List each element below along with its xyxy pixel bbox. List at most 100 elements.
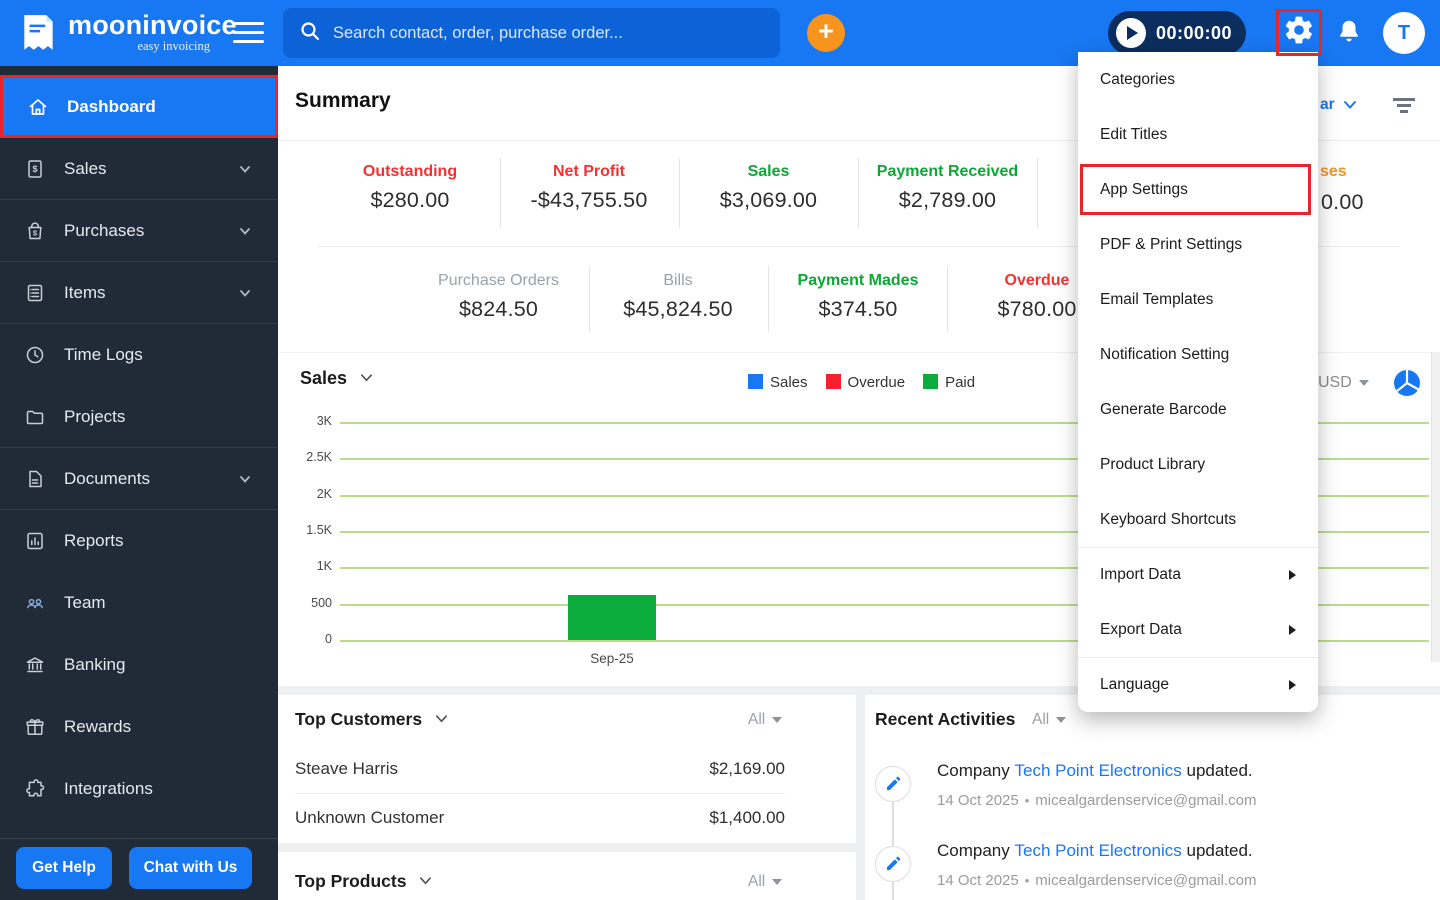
customer-name: Unknown Customer (295, 808, 445, 827)
caret-down-icon (1358, 379, 1369, 386)
legend-paid-swatch (923, 374, 939, 389)
sidebar-item-label: Team (64, 592, 106, 612)
sidebar-item-integrations[interactable]: Integrations (0, 758, 278, 820)
play-icon[interactable] (1116, 18, 1146, 48)
sidebar-item-banking[interactable]: Banking (0, 634, 278, 696)
summary-sales: Sales $3,069.00 (719, 163, 818, 212)
chevron-down-icon (238, 472, 252, 486)
sidebar: Dashboard $ Sales $ Purchases Items Time… (0, 66, 278, 900)
settings-annotation-box (1276, 9, 1322, 56)
sidebar-item-projects[interactable]: Projects (0, 386, 278, 448)
summary-partial-value: 0.00 (1321, 190, 1364, 214)
menu-item-import-data[interactable]: Import Data (1078, 547, 1318, 602)
get-help-button[interactable]: Get Help (16, 847, 112, 889)
chevron-down-icon (238, 162, 252, 176)
company-link[interactable]: Tech Point Electronics (1015, 841, 1182, 860)
currency-selector[interactable]: USD (1318, 374, 1369, 392)
clock-icon (24, 344, 46, 366)
customer-amount: $2,169.00 (709, 759, 785, 778)
legend-paid-label: Paid (945, 374, 976, 391)
app-screen: mooninvoice easy invoicing + 00:00:00 T … (0, 0, 1440, 900)
customer-row[interactable]: Steave Harris $2,169.00 (295, 759, 785, 779)
sidebar-item-dashboard[interactable]: Dashboard (0, 75, 278, 138)
puzzle-icon (24, 778, 46, 800)
gear-icon[interactable] (1283, 14, 1315, 51)
legend-sales-swatch (748, 374, 763, 389)
card-gap (856, 695, 865, 900)
summary-divider (679, 158, 680, 228)
sidebar-item-time-logs[interactable]: Time Logs (0, 324, 278, 386)
summary-bills: Bills $45,824.50 (623, 272, 733, 321)
search-input[interactable] (333, 23, 764, 43)
activity-text: Company Tech Point Electronics updated. (937, 761, 1253, 780)
activity-meta: 14 Oct 2025 • micealgardenservice@gmail.co… (937, 872, 1257, 889)
summary-net-profit: Net Profit -$43,755.50 (530, 163, 648, 212)
x-axis-label: Sep-25 (590, 651, 634, 666)
caret-down-icon (772, 878, 783, 885)
sidebar-item-items[interactable]: Items (0, 262, 278, 324)
menu-item-categories[interactable]: Categories (1078, 52, 1318, 107)
sidebar-item-label: Documents (64, 468, 150, 488)
menu-item-app-settings[interactable]: App Settings (1078, 162, 1318, 217)
filter-icon[interactable] (1393, 98, 1415, 113)
menu-item-keyboard-shortcuts[interactable]: Keyboard Shortcuts (1078, 492, 1318, 547)
paid-bar[interactable] (568, 595, 656, 640)
svg-text:$: $ (33, 228, 38, 237)
edit-activity-icon (875, 766, 911, 802)
menu-item-product-library[interactable]: Product Library (1078, 437, 1318, 492)
invoice-dollar-icon: $ (24, 158, 46, 180)
menu-item-export-data[interactable]: Export Data (1078, 602, 1318, 657)
top-customers-dropdown[interactable]: Top Customers (295, 709, 448, 730)
chart-title-dropdown[interactable]: Sales (300, 368, 373, 389)
global-search (283, 8, 780, 58)
recent-activities-title: Recent Activities (875, 709, 1016, 729)
recent-activities-filter[interactable]: All (1032, 711, 1067, 729)
top-customers-filter[interactable]: All (748, 711, 783, 729)
customer-row[interactable]: Unknown Customer $1,400.00 (295, 808, 785, 828)
menu-item-edit-titles[interactable]: Edit Titles (1078, 107, 1318, 162)
summary-payment-mades: Payment Mades $374.50 (797, 272, 919, 321)
chevron-down-icon (238, 224, 252, 238)
brand-name: mooninvoice (68, 10, 237, 40)
legend-overdue-swatch (825, 374, 841, 389)
timer-value: 00:00:00 (1156, 22, 1233, 43)
sidebar-item-purchases[interactable]: $ Purchases (0, 200, 278, 262)
caret-down-icon (1056, 716, 1067, 723)
hamburger-menu-icon[interactable] (233, 22, 264, 44)
customer-amount: $1,400.00 (709, 808, 785, 827)
menu-item-email-templates[interactable]: Email Templates (1078, 272, 1318, 327)
top-products-dropdown[interactable]: Top Products (295, 871, 432, 892)
list-icon (24, 282, 46, 304)
avatar[interactable]: T (1383, 12, 1425, 54)
shopping-bag-icon: $ (24, 220, 46, 242)
timer-widget[interactable]: 00:00:00 (1108, 11, 1246, 55)
menu-item-notification-setting[interactable]: Notification Setting (1078, 327, 1318, 382)
home-icon (27, 96, 49, 118)
scrollbar[interactable] (1431, 352, 1440, 662)
top-products-filter[interactable]: All (748, 873, 783, 891)
sidebar-item-documents[interactable]: Documents (0, 448, 278, 510)
search-icon (299, 20, 321, 47)
team-icon (24, 592, 46, 614)
summary-divider (768, 266, 769, 332)
sidebar-item-sales[interactable]: $ Sales (0, 138, 278, 200)
sidebar-item-reports[interactable]: Reports (0, 510, 278, 572)
pie-chart-icon[interactable] (1393, 369, 1421, 402)
menu-item-language[interactable]: Language (1078, 657, 1318, 712)
sidebar-item-label: Reports (64, 530, 124, 550)
sidebar-item-rewards[interactable]: Rewards (0, 696, 278, 758)
sidebar-item-label: Banking (64, 654, 126, 674)
company-link[interactable]: Tech Point Electronics (1015, 761, 1182, 780)
brand-tagline: easy invoicing (137, 39, 210, 53)
bar-chart-icon (24, 530, 46, 552)
period-filter-fragment[interactable]: ar (1320, 96, 1357, 114)
sidebar-item-team[interactable]: Team (0, 572, 278, 634)
chat-with-us-button[interactable]: Chat with Us (129, 847, 252, 889)
quick-add-button[interactable]: + (807, 14, 845, 52)
summary-divider (858, 158, 859, 228)
menu-item-pdf-print-settings[interactable]: PDF & Print Settings (1078, 217, 1318, 272)
notifications-bell-icon[interactable] (1334, 16, 1366, 50)
menu-item-generate-barcode[interactable]: Generate Barcode (1078, 382, 1318, 437)
y-tick: 3K (316, 414, 332, 428)
summary-purchase-orders: Purchase Orders $824.50 (438, 272, 559, 321)
